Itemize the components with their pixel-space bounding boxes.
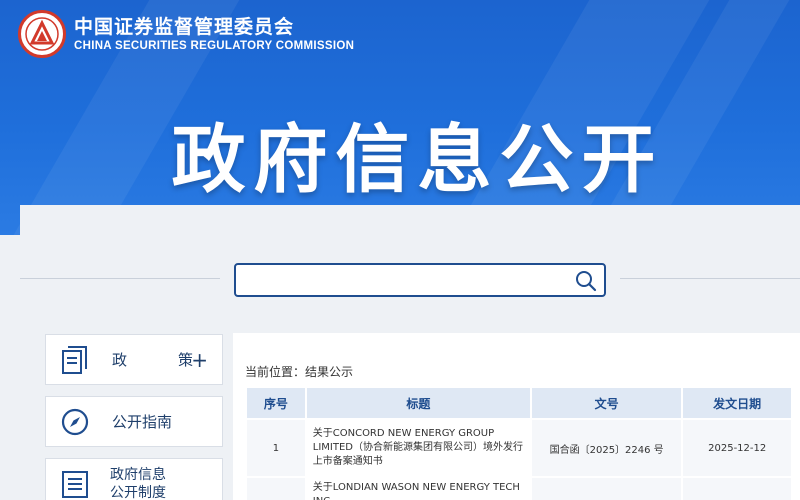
results-table: 序号 标题 文号 发文日期 1 关于CONCORD NEW ENERGY GRO… (245, 386, 793, 500)
org-name-cn: 中国证券监督管理委员会 (74, 16, 295, 38)
sidebar-item-label: 公开制度 (110, 484, 166, 500)
row-date (681, 476, 793, 500)
sidebar-item-guide[interactable]: 公开指南 (45, 396, 223, 447)
table-row: 关于LONDIAN WASON NEW ENERGY TECH INC. (245, 476, 793, 500)
row-doc-no: 国合函〔2025〕2246 号 (529, 418, 684, 478)
sidebar-item-policy[interactable]: 政 策 + (45, 334, 223, 385)
column-header-date: 发文日期 (681, 386, 793, 420)
header-banner: 中国证券监督管理委员会 CHINA SECURITIES REGULATORY … (0, 0, 800, 235)
column-header-index: 序号 (245, 386, 307, 420)
row-index: 1 (245, 418, 307, 478)
row-doc-no (529, 476, 684, 500)
divider (20, 278, 220, 279)
search-bar (234, 263, 606, 297)
search-icon[interactable] (574, 269, 598, 293)
table-row: 1 关于CONCORD NEW ENERGY GROUP LIMITED（协合新… (245, 418, 793, 478)
site-logo[interactable]: 中国证券监督管理委员会 CHINA SECURITIES REGULATORY … (18, 10, 354, 58)
sidebar-item-label: 政府信息 (110, 466, 166, 483)
column-header-title: 标题 (304, 386, 532, 420)
search-input[interactable] (244, 269, 564, 291)
row-title-link[interactable]: 关于CONCORD NEW ENERGY GROUP LIMITED（协合新能源… (304, 418, 532, 478)
results-panel: 当前位置：结果公示 序号 标题 文号 发文日期 1 关于CONCORD NEW … (233, 333, 800, 500)
sidebar-item-label: 公开指南 (112, 413, 173, 431)
csrc-emblem-icon (18, 10, 66, 58)
row-date: 2025-12-12 (681, 418, 793, 478)
row-index (245, 476, 307, 500)
divider (620, 278, 800, 279)
sidebar: 政 策 + 公开指南 政府信息 公开制度 (45, 334, 223, 500)
breadcrumb: 当前位置：结果公示 (245, 365, 354, 379)
org-name-en: CHINA SECURITIES REGULATORY COMMISSION (74, 40, 355, 52)
compass-icon (60, 407, 90, 437)
column-header-doc-no: 文号 (529, 386, 684, 420)
list-document-icon (60, 469, 90, 499)
content-panel: 政 策 + 公开指南 政府信息 公开制度 当前位置：结果公示 序号 标题 文号 … (20, 205, 800, 500)
page-title: 政府信息公开 (171, 117, 664, 203)
row-title-link[interactable]: 关于LONDIAN WASON NEW ENERGY TECH INC. (304, 476, 532, 500)
sidebar-item-system[interactable]: 政府信息 公开制度 (45, 458, 223, 500)
expand-icon[interactable]: + (191, 348, 208, 372)
document-stack-icon (60, 345, 90, 375)
